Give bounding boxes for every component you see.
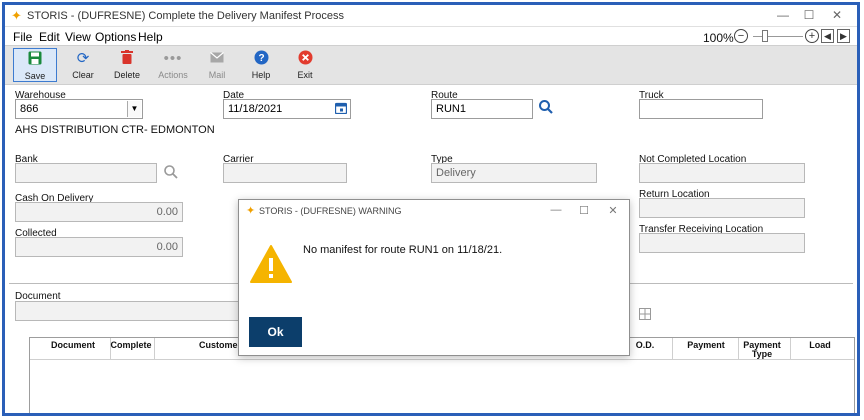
save-button[interactable]: Save [13, 48, 57, 82]
menu-file[interactable]: File [13, 30, 32, 44]
app-window: ✦ STORIS - (DUFRESNE) Complete the Deliv… [2, 2, 860, 416]
zoom-slider-thumb[interactable] [762, 30, 768, 42]
column-payment[interactable]: Payment [676, 341, 736, 350]
carrier-field[interactable] [223, 163, 347, 183]
menu-options[interactable]: Options [95, 30, 136, 44]
window-title: STORIS - (DUFRESNE) Complete the Deliver… [27, 10, 345, 22]
dialog-maximize-button[interactable]: ☐ [577, 204, 591, 217]
help-icon: ? [239, 50, 283, 68]
delete-button[interactable]: Delete [105, 48, 149, 82]
dialog-message: No manifest for route RUN1 on 11/18/21. [303, 244, 503, 256]
mail-icon [195, 50, 239, 68]
column-divider [738, 338, 739, 360]
title-bar: ✦ STORIS - (DUFRESNE) Complete the Deliv… [5, 5, 857, 27]
zoom-out-button[interactable]: − [734, 29, 748, 43]
storis-logo-icon: ✦ [11, 8, 22, 23]
next-record-icon[interactable]: ▶ [837, 29, 850, 43]
document-field[interactable] [15, 301, 241, 321]
warehouse-description: AHS DISTRIBUTION CTR- EDMONTON [15, 124, 215, 136]
column-load[interactable]: Load [794, 341, 846, 350]
zoom-level: 100% [703, 31, 734, 45]
ok-button[interactable]: Ok [249, 317, 302, 347]
column-divider [154, 338, 155, 360]
bank-search-icon[interactable] [163, 164, 179, 184]
zoom-in-button[interactable]: + [805, 29, 819, 43]
trash-icon [105, 50, 149, 68]
warning-dialog: ✦ STORIS - (DUFRESNE) WARNING — ☐ ✕ No m… [238, 199, 630, 356]
menu-view[interactable]: View [65, 30, 91, 44]
dialog-close-button[interactable]: ✕ [606, 204, 620, 217]
maximize-button[interactable]: ☐ [801, 8, 817, 22]
menu-edit[interactable]: Edit [39, 30, 60, 44]
previous-record-icon[interactable]: ◀ [821, 29, 834, 43]
route-search-icon[interactable] [538, 99, 554, 119]
calendar-icon[interactable] [334, 102, 348, 117]
transfer-receiving-location-field[interactable] [639, 233, 805, 253]
dialog-title: STORIS - (DUFRESNE) WARNING [259, 206, 402, 216]
bank-field[interactable] [15, 163, 157, 183]
mail-button[interactable]: Mail [195, 48, 239, 82]
grid-layout-icon[interactable] [639, 308, 651, 323]
warning-icon [249, 244, 293, 284]
route-field[interactable]: RUN1 [431, 99, 533, 119]
clear-button[interactable]: ⟳ Clear [61, 48, 105, 82]
storis-logo-icon: ✦ [246, 205, 256, 217]
ellipsis-icon: ••• [163, 50, 183, 67]
column-divider [790, 338, 791, 360]
menu-bar: File Edit View Options Help 100% − + ◀ ▶ [5, 27, 857, 45]
zoom-slider-track[interactable] [753, 36, 803, 37]
refresh-icon: ⟳ [76, 50, 90, 67]
dialog-minimize-button[interactable]: — [549, 204, 563, 216]
not-completed-location-field[interactable] [639, 163, 805, 183]
cash-on-delivery-field[interactable]: 0.00 [15, 202, 183, 222]
warehouse-dropdown[interactable]: 866 ▼ [15, 99, 143, 119]
menu-help[interactable]: Help [138, 30, 163, 44]
help-button[interactable]: ? Help [239, 48, 283, 82]
svg-text:?: ? [258, 53, 264, 64]
toolbar: Save ⟳ Clear Delete ••• Actions Mail ? H [5, 45, 857, 85]
date-field[interactable]: 11/18/2021 [223, 99, 351, 119]
column-complete[interactable]: Complete [110, 341, 152, 350]
actions-button[interactable]: ••• Actions [151, 48, 195, 82]
chevron-down-icon[interactable]: ▼ [127, 101, 141, 117]
dialog-title-bar: ✦ STORIS - (DUFRESNE) WARNING — ☐ ✕ [239, 200, 629, 222]
column-payment-type[interactable]: Payment Type [742, 341, 782, 359]
exit-button[interactable]: Exit [283, 48, 327, 82]
collected-field[interactable]: 0.00 [15, 237, 183, 257]
type-field[interactable]: Delivery [431, 163, 597, 183]
close-button[interactable]: ✕ [829, 8, 845, 22]
minimize-button[interactable]: — [775, 8, 791, 22]
column-document[interactable]: Document [40, 341, 106, 350]
exit-icon [283, 50, 327, 68]
return-location-field[interactable] [639, 198, 805, 218]
truck-field[interactable] [639, 99, 763, 119]
column-divider [672, 338, 673, 360]
save-icon [14, 51, 56, 69]
